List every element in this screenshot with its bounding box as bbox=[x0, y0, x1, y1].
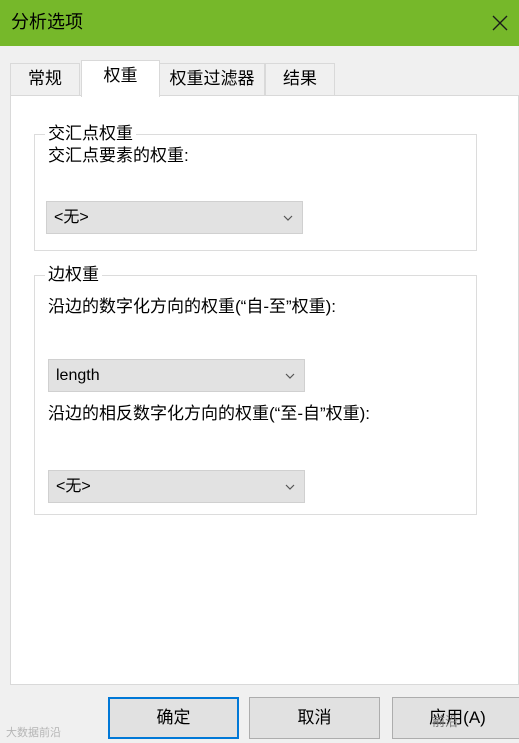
to-from-weight-value: <无> bbox=[56, 478, 91, 495]
from-to-weight-select[interactable]: length bbox=[48, 359, 305, 392]
cancel-button[interactable]: 取消 bbox=[249, 697, 380, 739]
watermark-left: 大数据前沿 bbox=[6, 727, 61, 739]
ok-button[interactable]: 确定 bbox=[108, 697, 239, 739]
from-to-weight-value: length bbox=[56, 367, 100, 384]
tab-results[interactable]: 结果 bbox=[265, 63, 335, 96]
edge-weights-legend: 边权重 bbox=[45, 264, 102, 286]
watermark-right: 前沿 bbox=[432, 714, 459, 729]
title-bar: 分析选项 bbox=[0, 0, 519, 46]
close-button[interactable] bbox=[481, 0, 519, 46]
window-title: 分析选项 bbox=[11, 12, 83, 32]
chevron-down-icon bbox=[285, 484, 295, 490]
junction-weights-legend: 交汇点权重 bbox=[45, 123, 136, 145]
to-from-weight-label: 沿边的相反数字化方向的权重(“至-自”权重): bbox=[48, 404, 371, 423]
to-from-weight-select[interactable]: <无> bbox=[48, 470, 305, 503]
from-to-weight-label: 沿边的数字化方向的权重(“自-至”权重): bbox=[48, 297, 337, 316]
edge-weights-group: 边权重 沿边的数字化方向的权重(“自-至”权重): length 沿边的相反数字… bbox=[34, 264, 477, 515]
junction-weight-select[interactable]: <无> bbox=[46, 201, 303, 234]
junction-weight-label: 交汇点要素的权重: bbox=[48, 146, 189, 165]
analysis-options-dialog: 分析选项 常规 权重 权重过滤器 结果 交汇点权重 交汇点要素的权重: <无> bbox=[0, 0, 519, 743]
close-icon bbox=[492, 15, 508, 31]
junction-weights-group: 交汇点权重 交汇点要素的权重: <无> bbox=[34, 123, 477, 251]
tab-weights[interactable]: 权重 bbox=[81, 60, 160, 97]
chevron-down-icon bbox=[283, 215, 293, 221]
tab-weight-filter[interactable]: 权重过滤器 bbox=[159, 63, 265, 96]
chevron-down-icon bbox=[285, 373, 295, 379]
tab-panel-weights: 交汇点权重 交汇点要素的权重: <无> 边权重 沿边的数字化方向的权重(“自-至… bbox=[10, 95, 519, 685]
junction-weight-value: <无> bbox=[54, 209, 89, 226]
tab-general[interactable]: 常规 bbox=[10, 63, 80, 96]
tab-strip: 常规 权重 权重过滤器 结果 bbox=[10, 60, 519, 97]
